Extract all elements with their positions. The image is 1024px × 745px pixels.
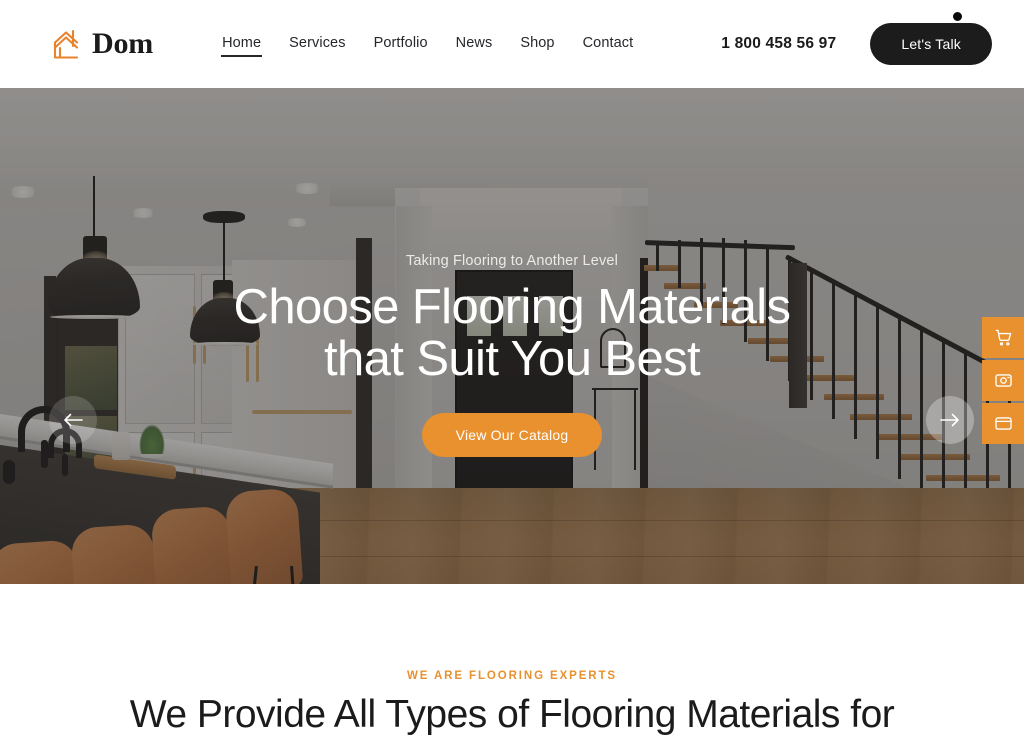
section-eyebrow: WE ARE FLOORING EXPERTS — [406, 670, 618, 682]
window-card-icon — [994, 414, 1013, 433]
intro-section: WE ARE FLOORING EXPERTS We Provide All T… — [0, 584, 1024, 745]
hero-title-line-2: that Suit You Best — [323, 331, 701, 386]
hero-title: Choose Flooring Materials that Suit You … — [233, 280, 792, 386]
header-actions: 1 800 458 56 97 Let's Talk — [721, 23, 992, 65]
house-outline-icon — [52, 27, 82, 61]
view-catalog-button[interactable]: View Our Catalog — [421, 412, 603, 457]
hero-slider: Taking Flooring to Another Level Choose … — [0, 88, 1024, 584]
nav-item-contact[interactable]: Contact — [582, 31, 635, 57]
image-gallery-icon — [994, 371, 1013, 390]
main-nav: Home Services Portfolio News Shop Contac… — [221, 31, 634, 57]
logo[interactable]: Dom — [52, 27, 153, 61]
lets-talk-button[interactable]: Let's Talk — [870, 23, 992, 65]
hero-content: Taking Flooring to Another Level Choose … — [0, 88, 1024, 584]
shopping-cart-icon — [994, 328, 1013, 347]
phone-number[interactable]: 1 800 458 56 97 — [721, 35, 836, 53]
hero-subtitle: Taking Flooring to Another Level — [406, 253, 618, 269]
nav-item-home[interactable]: Home — [221, 31, 263, 57]
window-card-button[interactable] — [982, 403, 1024, 444]
nav-item-news[interactable]: News — [455, 31, 494, 57]
nav-item-portfolio[interactable]: Portfolio — [373, 31, 429, 57]
site-header: Dom Home Services Portfolio News Shop Co… — [0, 0, 1024, 88]
side-action-rail — [982, 317, 1024, 444]
hero-title-line-1: Choose Flooring Materials — [233, 280, 792, 334]
arrow-right-icon — [940, 413, 960, 427]
nav-item-shop[interactable]: Shop — [519, 31, 555, 57]
nav-item-services[interactable]: Services — [288, 31, 346, 57]
gallery-button[interactable] — [982, 360, 1024, 401]
slider-next-button[interactable] — [926, 396, 974, 444]
cart-button[interactable] — [982, 317, 1024, 358]
section-title: We Provide All Types of Flooring Materia… — [129, 693, 895, 736]
arrow-left-icon — [63, 413, 83, 427]
logo-text: Dom — [92, 27, 154, 60]
cursor-pointer — [953, 12, 962, 21]
slider-prev-button[interactable] — [49, 396, 97, 444]
